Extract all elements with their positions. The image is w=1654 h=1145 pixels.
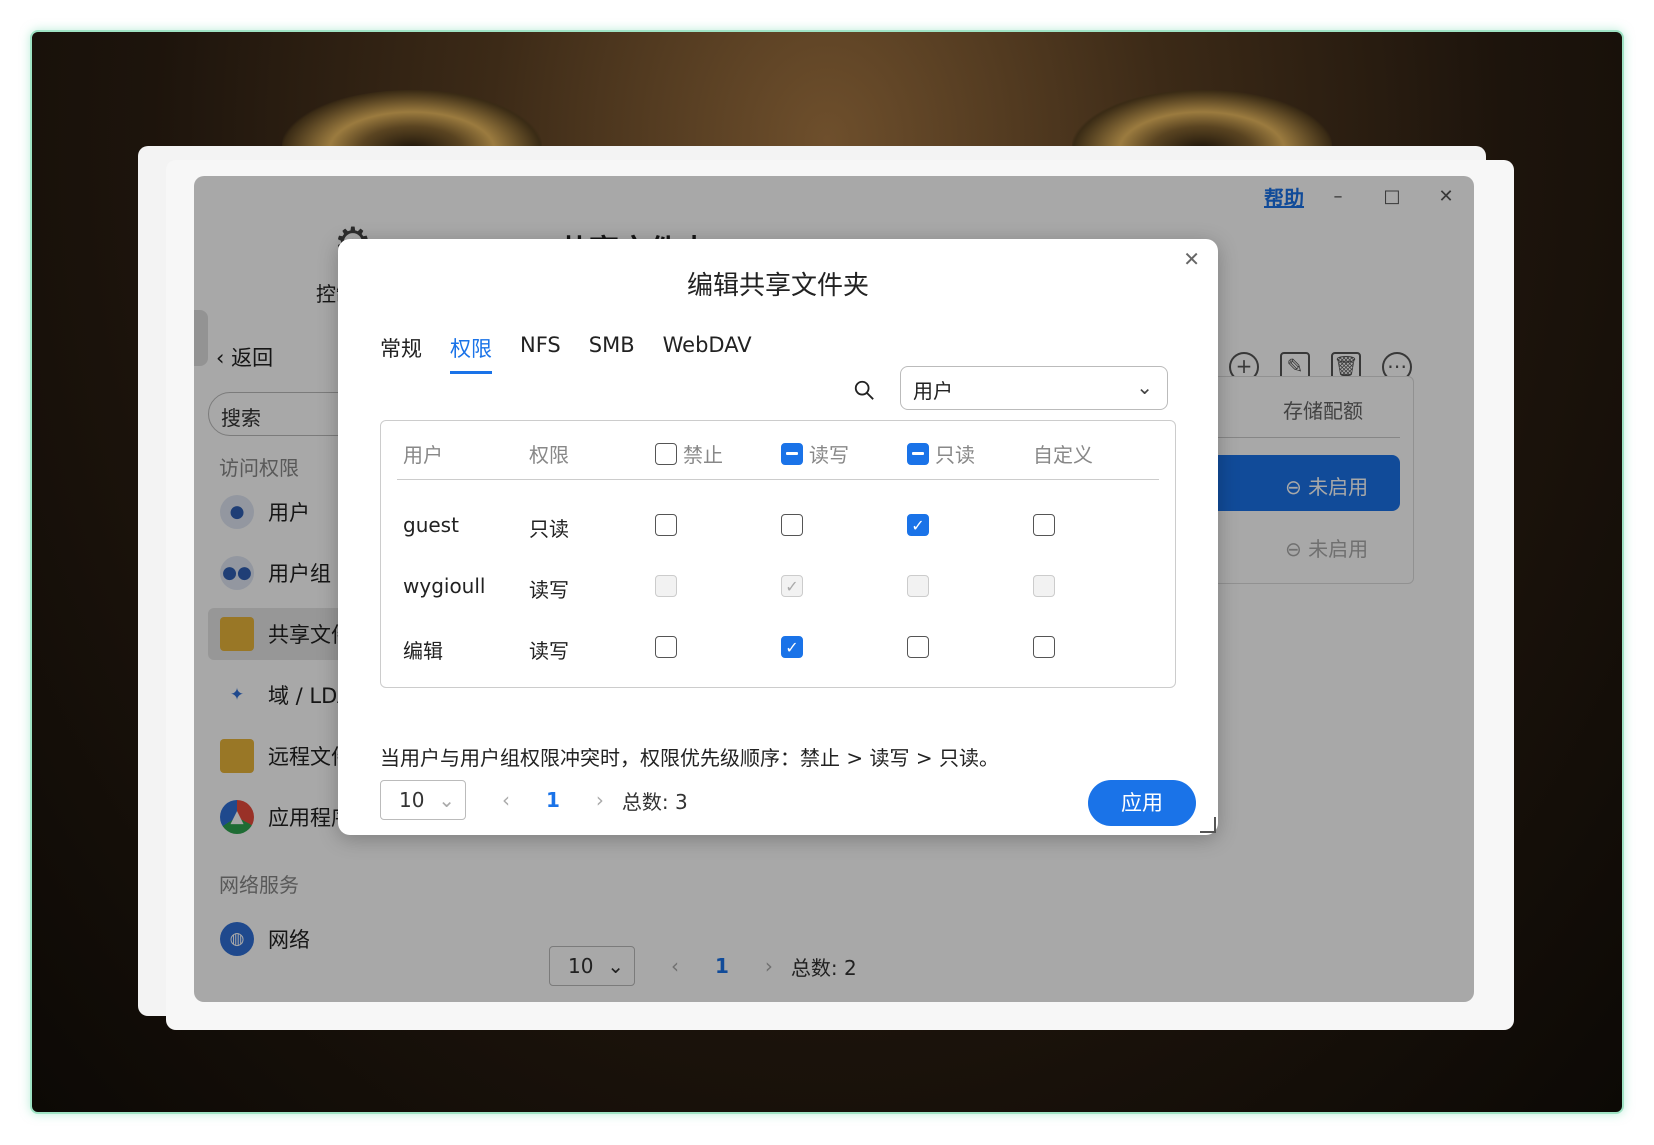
read-only-checkbox[interactable]: ✓ [907,514,929,536]
header-divider [397,479,1159,480]
apply-button[interactable]: 应用 [1088,780,1196,826]
row-permission: 只读 [529,517,569,541]
permission-table: 用户 权限 禁止 读写 只读 自定义 guest 只读 ✓ wygioull 读… [380,420,1176,688]
deny-checkbox[interactable] [655,514,677,536]
select-all-read-only-checkbox[interactable] [907,442,929,465]
read-write-checkbox[interactable] [781,514,803,536]
column-header-user: 用户 [403,443,443,467]
column-header-permission: 权限 [529,443,569,467]
tab-permissions[interactable]: 权限 [450,333,492,374]
chevron-down-icon: ⌄ [438,788,455,812]
tab-nfs[interactable]: NFS [520,333,561,374]
column-header-custom: 自定义 [1033,443,1093,467]
custom-checkbox [1033,575,1055,597]
edit-shared-folder-dialog: ✕ 编辑共享文件夹 常规 权限 NFS SMB WebDAV 用户 ⌄ 用户 权… [338,239,1218,835]
user-type-select[interactable]: 用户 ⌄ [900,366,1168,410]
select-all-deny-checkbox[interactable] [655,442,677,465]
read-write-checkbox[interactable]: ✓ [781,636,803,658]
row-user: wygioull [403,574,486,598]
tab-general[interactable]: 常规 [380,333,422,374]
column-header-deny: 禁止 [655,439,723,468]
read-only-checkbox [907,575,929,597]
prev-page-button[interactable]: ‹ [502,788,510,812]
dialog-title: 编辑共享文件夹 [686,271,869,301]
permission-priority-note: 当用户与用户组权限冲突时，权限优先级顺序：禁止 > 读写 > 只读。 [380,746,999,770]
deny-checkbox[interactable] [655,636,677,658]
search-icon[interactable] [853,379,875,401]
custom-checkbox[interactable] [1033,636,1055,658]
column-header-read-only: 只读 [907,439,975,468]
pagination: 10 ⌄ ‹ 1 › 总数: 3 [380,780,688,820]
total-count: 总数: 3 [621,789,688,814]
row-user: guest [403,513,459,537]
read-only-checkbox[interactable] [907,636,929,658]
custom-checkbox[interactable] [1033,514,1055,536]
page-number[interactable]: 1 [546,788,560,812]
desktop-wallpaper: 帮助 – □ ✕ ⚙ 控制 共享文件夹 ‹ 返回 搜索 访问权限 ● 用户 ●●… [30,30,1624,1114]
tab-bar: 常规 权限 NFS SMB WebDAV [380,333,780,374]
row-user: 编辑 [403,639,443,663]
select-value: 用户 [913,379,953,403]
next-page-button[interactable]: › [596,788,604,812]
deny-checkbox [655,575,677,597]
row-permission: 读写 [529,639,569,663]
chevron-down-icon: ⌄ [1136,375,1153,399]
select-all-read-write-checkbox[interactable] [781,442,803,465]
tab-smb[interactable]: SMB [589,333,635,374]
read-write-checkbox: ✓ [781,575,803,597]
resize-handle[interactable] [1200,817,1216,833]
page-size-select[interactable]: 10 ⌄ [380,780,466,820]
column-header-read-write: 读写 [781,439,849,468]
row-permission: 读写 [529,578,569,602]
tab-webdav[interactable]: WebDAV [663,333,752,374]
